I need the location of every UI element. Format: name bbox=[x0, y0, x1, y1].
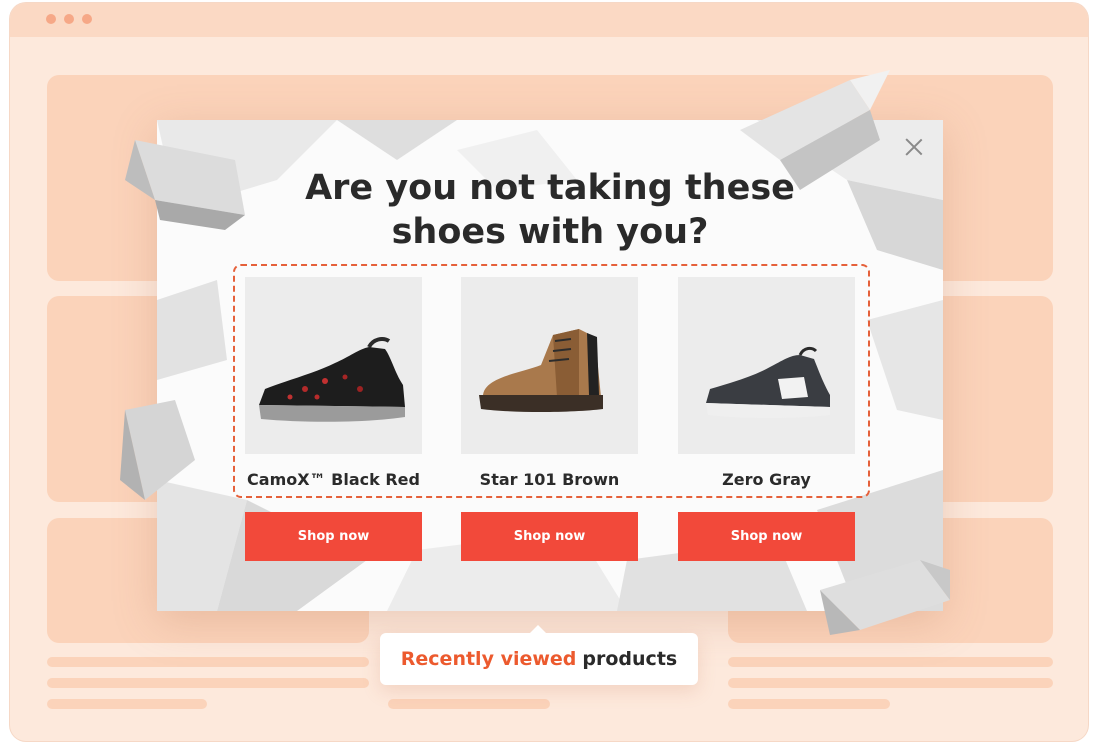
shop-now-button[interactable]: Shop now bbox=[245, 512, 422, 561]
placeholder-line bbox=[388, 699, 550, 709]
window-titlebar bbox=[10, 3, 1088, 37]
feature-callout: Recently viewed products bbox=[380, 625, 698, 685]
brown-work-boot-icon bbox=[479, 329, 603, 412]
callout-highlight: Recently viewed bbox=[400, 648, 577, 670]
product-card[interactable]: CamoX™ Black Red bbox=[245, 277, 422, 489]
placeholder-line bbox=[728, 657, 1053, 667]
product-name[interactable]: CamoX™ Black Red bbox=[245, 470, 422, 489]
shard-decoration bbox=[740, 70, 890, 190]
product-name[interactable]: Star 101 Brown bbox=[461, 470, 638, 489]
headline-line: shoes with you? bbox=[391, 212, 709, 252]
maximize-dot[interactable] bbox=[82, 14, 92, 24]
close-icon[interactable] bbox=[903, 136, 925, 158]
shard-decoration bbox=[125, 140, 245, 230]
product-card[interactable]: Zero Gray bbox=[678, 277, 855, 489]
product-card[interactable]: Star 101 Brown bbox=[461, 277, 638, 489]
placeholder-line bbox=[47, 678, 369, 688]
shard-decoration bbox=[120, 400, 195, 500]
close-dot[interactable] bbox=[46, 14, 56, 24]
placeholder-line bbox=[728, 678, 1053, 688]
gray-sneaker-icon bbox=[706, 346, 830, 418]
product-image[interactable] bbox=[678, 277, 855, 454]
callout-text: products bbox=[582, 648, 678, 670]
product-image[interactable] bbox=[461, 277, 638, 454]
placeholder-line bbox=[47, 699, 207, 709]
shop-now-button[interactable]: Shop now bbox=[461, 512, 638, 561]
black-red-sneaker-icon bbox=[259, 337, 405, 422]
product-image[interactable] bbox=[245, 277, 422, 454]
placeholder-line bbox=[47, 657, 369, 667]
placeholder-line bbox=[728, 699, 890, 709]
product-name[interactable]: Zero Gray bbox=[678, 470, 855, 489]
minimize-dot[interactable] bbox=[64, 14, 74, 24]
shard-decoration bbox=[820, 560, 950, 635]
